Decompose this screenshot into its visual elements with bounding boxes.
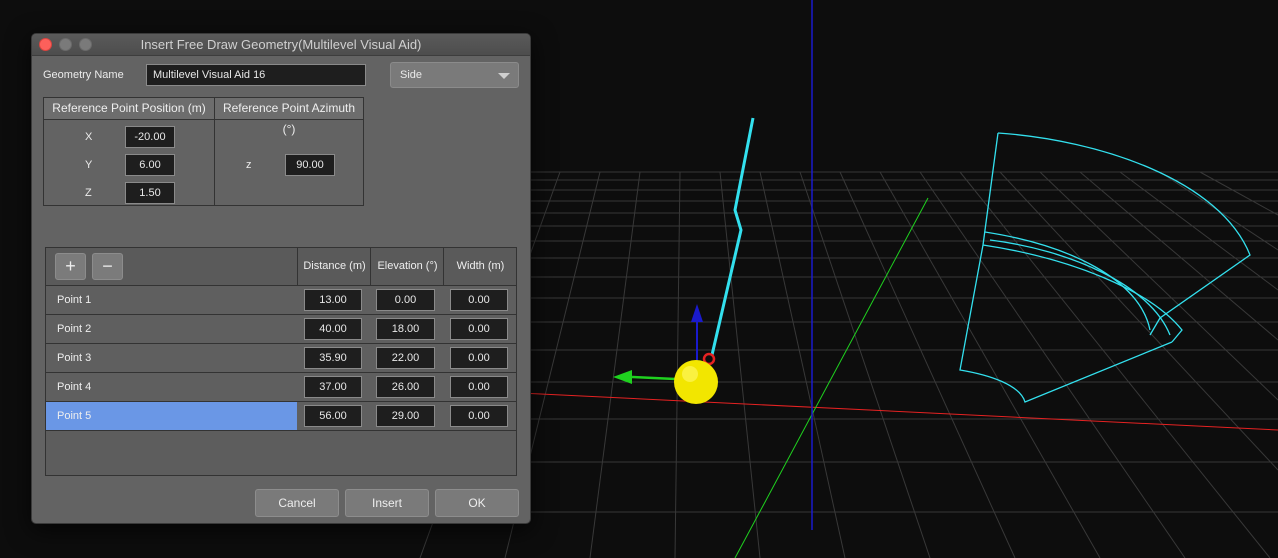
ref-divider — [214, 98, 215, 205]
width-input[interactable]: 0.00 — [450, 376, 508, 398]
point-name: Point 1 — [57, 294, 92, 306]
x-input[interactable]: -20.00 — [125, 126, 175, 148]
title-bar[interactable]: Insert Free Draw Geometry(Multilevel Vis… — [32, 34, 530, 56]
width-input[interactable]: 0.00 — [450, 405, 508, 427]
distance-input[interactable]: 56.00 — [304, 405, 362, 427]
point-name: Point 4 — [57, 381, 92, 393]
width-input[interactable]: 0.00 — [450, 318, 508, 340]
insert-geometry-dialog: Insert Free Draw Geometry(Multilevel Vis… — [31, 33, 531, 524]
y-input[interactable]: 6.00 — [125, 154, 175, 176]
reference-point-panel: Reference Point Position (m) Reference P… — [43, 97, 364, 206]
table-row-selected[interactable]: Point 5 56.00 29.00 0.00 — [46, 402, 516, 431]
elevation-input[interactable]: 18.00 — [376, 318, 435, 340]
table-row[interactable]: Point 2 40.00 18.00 0.00 — [46, 315, 516, 344]
z-label: Z — [85, 187, 92, 199]
y-label: Y — [85, 159, 93, 171]
chevron-down-icon — [498, 73, 510, 79]
distance-input[interactable]: 35.90 — [304, 347, 362, 369]
ref-azimuth-header: Reference Point Azimuth (°) — [215, 98, 363, 136]
azimuth-z-label: z — [246, 159, 252, 171]
ok-button[interactable]: OK — [435, 489, 519, 517]
points-table: + − Distance (m) Elevation (°) Width (m)… — [45, 247, 517, 476]
elevation-input[interactable]: 29.00 — [376, 405, 435, 427]
points-table-header: + − Distance (m) Elevation (°) Width (m) — [46, 248, 516, 286]
column-header-distance: Distance (m) — [303, 260, 366, 272]
table-row[interactable]: Point 3 35.90 22.00 0.00 — [46, 344, 516, 373]
view-select-value: Side — [400, 69, 423, 81]
add-point-button[interactable]: + — [55, 253, 86, 280]
table-row[interactable]: Point 4 37.00 26.00 0.00 — [46, 373, 516, 402]
x-label: X — [85, 131, 93, 143]
point-name: Point 3 — [57, 352, 92, 364]
remove-point-button[interactable]: − — [92, 253, 123, 280]
point-name: Point 2 — [57, 323, 92, 335]
distance-input[interactable]: 13.00 — [304, 289, 362, 311]
view-select[interactable]: Side — [390, 62, 519, 88]
cancel-button[interactable]: Cancel — [255, 489, 339, 517]
elevation-input[interactable]: 26.00 — [376, 376, 435, 398]
width-input[interactable]: 0.00 — [450, 289, 508, 311]
azimuth-z-input[interactable]: 90.00 — [285, 154, 335, 176]
z-input[interactable]: 1.50 — [125, 182, 175, 204]
elevation-input[interactable]: 0.00 — [376, 289, 435, 311]
geometry-name-label: Geometry Name — [43, 69, 124, 81]
column-header-elevation: Elevation (°) — [377, 260, 438, 272]
dialog-title: Insert Free Draw Geometry(Multilevel Vis… — [140, 37, 422, 52]
insert-button[interactable]: Insert — [345, 489, 429, 517]
table-row[interactable]: Point 1 13.00 0.00 0.00 — [46, 286, 516, 315]
elevation-input[interactable]: 22.00 — [376, 347, 435, 369]
width-input[interactable]: 0.00 — [450, 347, 508, 369]
geometry-name-input[interactable]: Multilevel Visual Aid 16 — [146, 64, 366, 86]
ref-position-header: Reference Point Position (m) — [44, 98, 214, 120]
point-name: Point 5 — [46, 402, 297, 430]
distance-input[interactable]: 40.00 — [304, 318, 362, 340]
distance-input[interactable]: 37.00 — [304, 376, 362, 398]
column-header-width: Width (m) — [456, 260, 505, 272]
